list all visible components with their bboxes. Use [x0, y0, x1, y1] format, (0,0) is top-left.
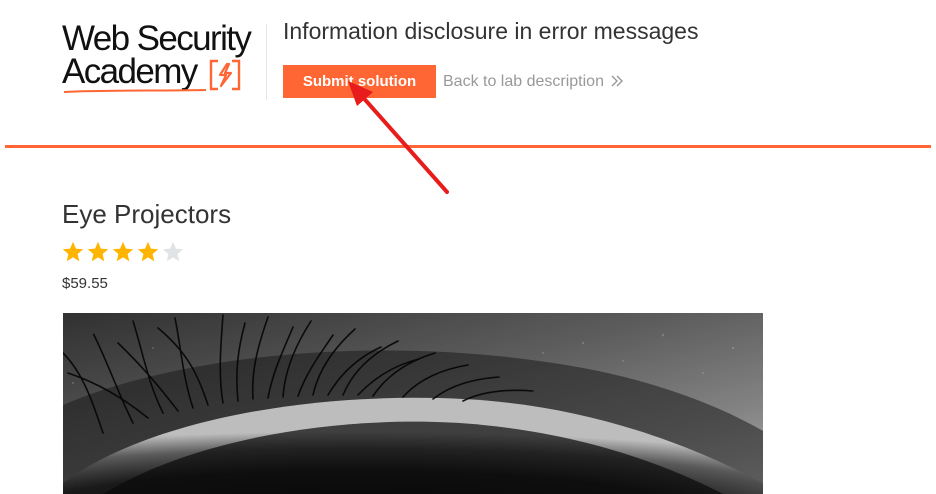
back-link-label: Back to lab description — [443, 73, 604, 90]
product-rating — [61, 240, 185, 264]
star-filled-icon — [112, 241, 134, 262]
logo-text-line1: Web Security — [62, 19, 252, 58]
web-security-academy-logo[interactable]: Web Security Academy — [62, 19, 264, 100]
product-price: $59.55 — [62, 275, 108, 292]
product-image-eye — [63, 313, 763, 494]
double-chevron-right-icon — [611, 75, 623, 87]
header-orange-rule — [5, 145, 931, 148]
header-divider — [266, 24, 267, 100]
star-filled-icon — [137, 241, 159, 262]
lab-header: Web Security Academy Information disclos… — [0, 0, 936, 148]
logo-underline-icon — [64, 89, 207, 93]
star-empty-icon — [162, 241, 184, 262]
lightning-bracket-icon — [209, 59, 241, 91]
eye-photo-icon — [63, 313, 763, 494]
star-filled-icon — [62, 241, 84, 262]
star-filled-icon — [87, 241, 109, 262]
back-to-lab-description-link[interactable]: Back to lab description — [443, 72, 624, 92]
product-title: Eye Projectors — [62, 199, 232, 229]
lab-title: Information disclosure in error messages — [283, 18, 699, 44]
red-annotation-arrow-icon — [348, 81, 449, 194]
